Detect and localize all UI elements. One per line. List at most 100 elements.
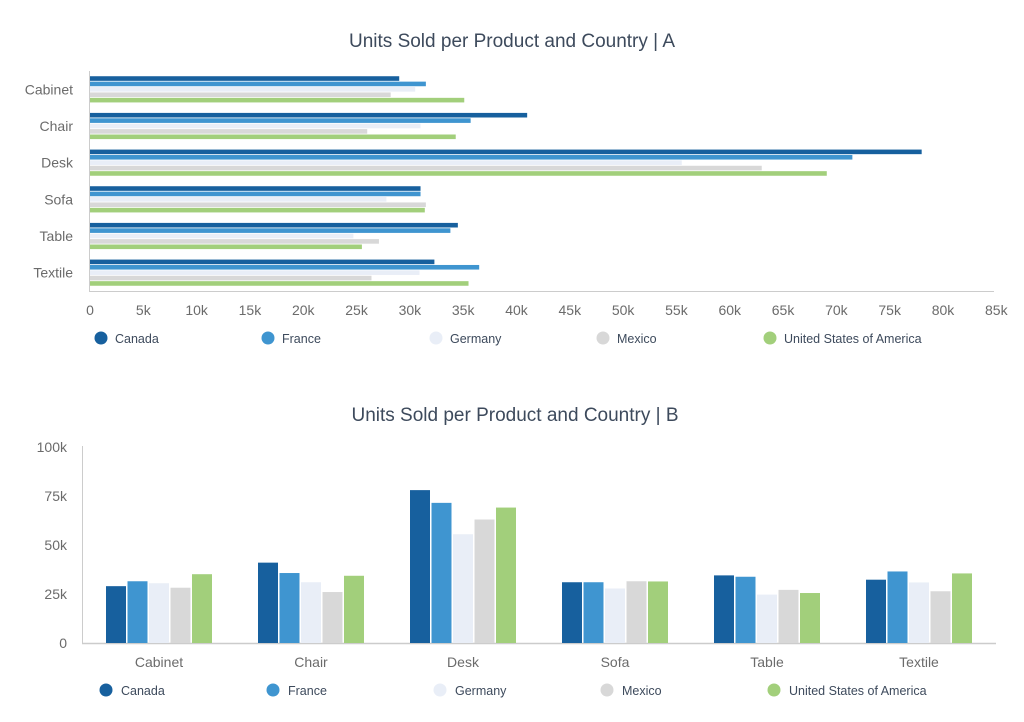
- chart-b-bar-cabinet-germany[interactable]: [149, 583, 169, 643]
- chart-a-bar-cabinet-canada[interactable]: [90, 76, 400, 81]
- chart-a-legend-item-united-states-of-america[interactable]: United States of America: [763, 331, 922, 347]
- chart-a-bar-table-mexico[interactable]: [90, 239, 379, 244]
- chart-b-bar-sofa-germany[interactable]: [605, 588, 625, 643]
- chart-a-bar-cabinet-france[interactable]: [90, 81, 426, 87]
- chart-b-bar-table-germany[interactable]: [757, 594, 777, 643]
- chart-a-bar-table-germany[interactable]: [90, 233, 354, 239]
- chart-b-bar-desk-united-states-of-america[interactable]: [496, 507, 516, 643]
- chart-a-bar-sofa-mexico[interactable]: [90, 202, 426, 208]
- chart-b-category-label-textile: Textile: [899, 654, 939, 670]
- chart-b-bar-cabinet-mexico[interactable]: [170, 587, 191, 643]
- chart-b-bar-textile-united-states-of-america[interactable]: [952, 573, 972, 643]
- chart-b-category-label-desk: Desk: [447, 654, 480, 670]
- chart-a-x-tick-55k: 55k: [665, 302, 689, 318]
- chart-b-bar-textile-canada[interactable]: [866, 579, 886, 643]
- chart-a-bar-sofa-canada[interactable]: [90, 186, 421, 191]
- chart-b-bar-table-mexico[interactable]: [778, 589, 799, 643]
- chart-a-bar-desk-germany[interactable]: [90, 160, 682, 165]
- chart-a-bar-chair-france[interactable]: [90, 118, 471, 123]
- chart-a-bar-cabinet-united-states-of-america[interactable]: [90, 97, 465, 103]
- chart-b-legend-item-canada[interactable]: Canada: [99, 683, 165, 699]
- chart-b-title: Units Sold per Product and Country | B: [351, 405, 678, 426]
- legend-marker-icon: [94, 331, 108, 345]
- chart-a-bar-table-france[interactable]: [90, 228, 451, 233]
- chart-b-bar-cabinet-united-states-of-america[interactable]: [192, 574, 212, 643]
- chart-a-bar-chair-germany[interactable]: [90, 123, 421, 129]
- chart-b-bar-chair-mexico[interactable]: [322, 592, 343, 643]
- chart-a-bar-desk-france[interactable]: [90, 154, 853, 160]
- chart-a-bar-textile-mexico[interactable]: [90, 275, 372, 281]
- chart-b-bar-desk-canada[interactable]: [410, 490, 430, 643]
- chart-b-bar-sofa-france[interactable]: [583, 582, 604, 643]
- chart-a-bar-chair-mexico[interactable]: [90, 129, 368, 134]
- chart-b-legend-item-mexico[interactable]: Mexico: [600, 683, 662, 699]
- chart-b-bar-sofa-canada[interactable]: [562, 582, 582, 643]
- chart-b-legend-item-france[interactable]: France: [266, 683, 327, 699]
- chart-a-title: Units Sold per Product and Country | A: [349, 31, 675, 52]
- chart-b-bar-textile-germany[interactable]: [909, 582, 929, 643]
- chart-a-bar-textile-france[interactable]: [90, 264, 480, 270]
- chart-a-category-label-desk: Desk: [41, 155, 74, 171]
- chart-a-bar-table-united-states-of-america[interactable]: [90, 244, 362, 250]
- legend-label: Germany: [450, 332, 502, 346]
- chart-a-legend-item-canada[interactable]: Canada: [94, 331, 159, 347]
- chart-a-x-tick-75k: 75k: [878, 302, 902, 318]
- chart-b-bar-textile-mexico[interactable]: [930, 591, 951, 643]
- chart-a-legend-item-germany[interactable]: Germany: [429, 331, 503, 347]
- chart-b-category-label-chair: Chair: [294, 654, 328, 670]
- chart-a-bar-desk-canada[interactable]: [90, 149, 922, 155]
- chart-a-bar-textile-united-states-of-america[interactable]: [90, 281, 469, 286]
- legend-label: France: [288, 684, 327, 698]
- chart-a-x-tick-0: 0: [86, 302, 94, 318]
- chart-a-legend-item-france[interactable]: France: [261, 331, 321, 347]
- legend-marker-icon: [99, 683, 113, 697]
- chart-b-bar-desk-mexico[interactable]: [474, 519, 495, 643]
- chart-b-bar-textile-france[interactable]: [887, 571, 908, 643]
- chart-b-bar-desk-germany[interactable]: [453, 534, 473, 643]
- chart-a-bar-sofa-france[interactable]: [90, 191, 421, 197]
- chart-b-bar-cabinet-canada[interactable]: [106, 586, 126, 643]
- legend-marker-icon: [433, 683, 447, 697]
- chart-a-x-tick-65k: 65k: [772, 302, 796, 318]
- chart-a-x-tick-45k: 45k: [559, 302, 583, 318]
- chart-a-x-tick-40k: 40k: [505, 302, 529, 318]
- chart-b-bar-chair-france[interactable]: [279, 573, 300, 643]
- chart-b-bar-table-france[interactable]: [735, 576, 756, 643]
- chart-b-bar-table-canada[interactable]: [714, 575, 734, 643]
- chart-a-bar-chair-united-states-of-america[interactable]: [90, 134, 456, 140]
- chart-a-bar-sofa-germany[interactable]: [90, 197, 387, 202]
- chart-b-bar-desk-france[interactable]: [431, 502, 452, 643]
- charts-canvas: Units Sold per Product and Country | A C…: [25, 31, 1009, 699]
- chart-a-bar-cabinet-mexico[interactable]: [90, 92, 391, 98]
- chart-a-bar-chair-canada[interactable]: [90, 112, 528, 118]
- chart-a-x-tick-20k: 20k: [292, 302, 316, 318]
- chart-b-bar-chair-united-states-of-america[interactable]: [344, 575, 364, 643]
- chart-a-category-label-textile: Textile: [33, 265, 73, 281]
- chart-a-bar-textile-germany[interactable]: [90, 270, 420, 275]
- chart-a-bar-textile-canada[interactable]: [90, 259, 435, 265]
- legend-label: Germany: [455, 684, 507, 698]
- chart-b-legend-item-germany[interactable]: Germany: [433, 683, 508, 699]
- legend-marker-icon: [763, 331, 777, 345]
- chart-b-y-tick-25k: 25k: [44, 586, 68, 602]
- chart-b-bar-sofa-united-states-of-america[interactable]: [648, 581, 668, 643]
- legend-marker-icon: [767, 683, 781, 697]
- chart-a-x-tick-30k: 30k: [399, 302, 423, 318]
- chart-b-legend-item-united-states-of-america[interactable]: United States of America: [767, 683, 927, 699]
- chart-b-bar-sofa-mexico[interactable]: [626, 581, 647, 643]
- chart-a-category-label-table: Table: [40, 228, 74, 244]
- chart-a-x-tick-15k: 15k: [239, 302, 263, 318]
- chart-b-bar-table-united-states-of-america[interactable]: [800, 593, 820, 643]
- legend-label: Canada: [121, 684, 165, 698]
- chart-b-bar-cabinet-france[interactable]: [127, 581, 148, 643]
- chart-b-bar-chair-canada[interactable]: [258, 562, 278, 643]
- chart-a-bar-cabinet-germany[interactable]: [90, 87, 416, 92]
- chart-a-bar-desk-mexico[interactable]: [90, 165, 762, 171]
- chart-a-bar-sofa-united-states-of-america[interactable]: [90, 207, 425, 213]
- chart-a-bar-desk-united-states-of-america[interactable]: [90, 171, 827, 176]
- legend-marker-icon: [596, 331, 610, 345]
- chart-a-legend-item-mexico[interactable]: Mexico: [596, 331, 657, 347]
- chart-b-category-label-cabinet: Cabinet: [135, 654, 183, 670]
- chart-b-bar-chair-germany[interactable]: [301, 582, 321, 643]
- chart-a-bar-table-canada[interactable]: [90, 222, 458, 228]
